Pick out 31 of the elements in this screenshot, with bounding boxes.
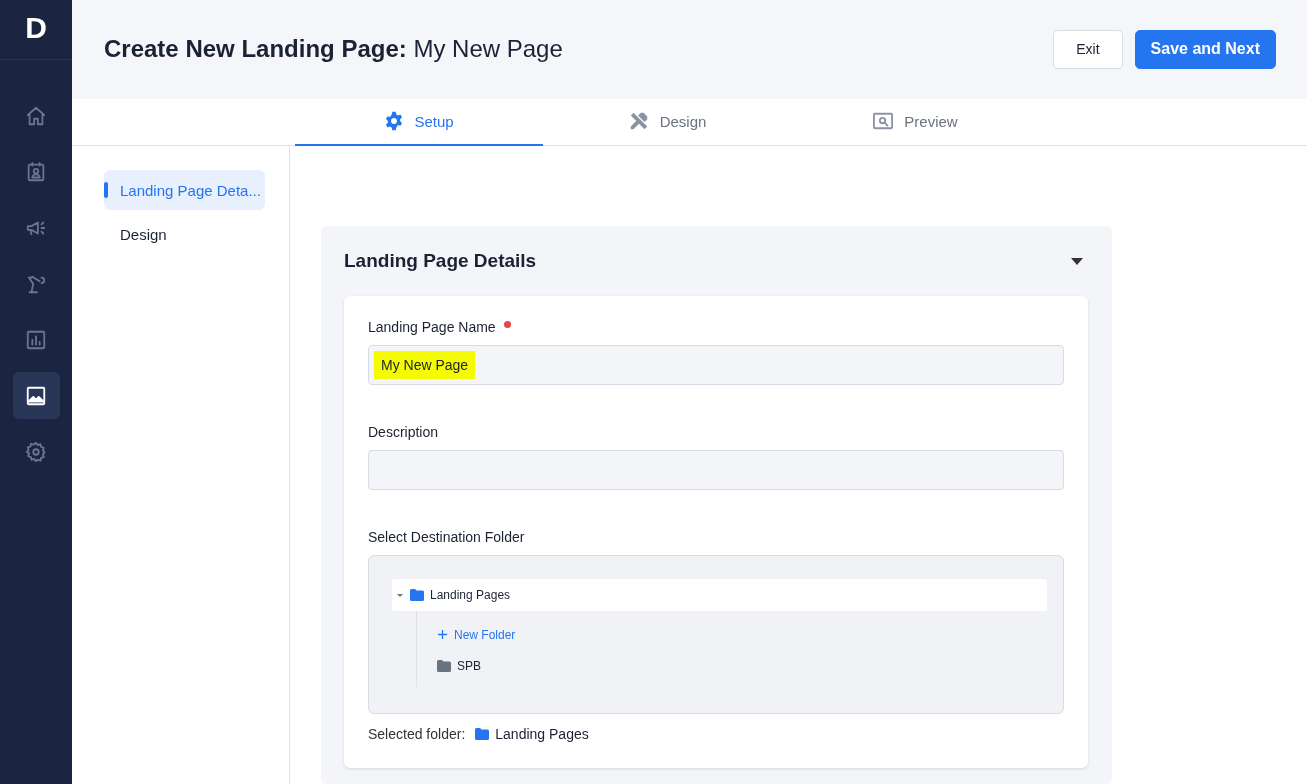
field-label: Description	[368, 424, 439, 440]
folder-name: Landing Pages	[430, 588, 511, 602]
tree-row[interactable]: SPB	[437, 650, 481, 681]
screen-magnifier-icon	[872, 111, 895, 132]
gear-icon	[384, 111, 405, 132]
nav-image-icon[interactable]	[12, 372, 60, 419]
section-title: Landing Page Details	[344, 250, 537, 272]
page-title: Create New Landing Page: My New Page	[104, 35, 564, 64]
tab[interactable]: Design	[543, 98, 791, 146]
save-next-button[interactable]: Save and Next	[1134, 29, 1276, 69]
exit-button[interactable]: Exit	[1053, 29, 1123, 69]
input-field[interactable]: My New Page	[368, 345, 1064, 385]
field-value: My New Page	[374, 351, 476, 379]
logo: D	[25, 10, 47, 45]
sidebar-item[interactable]: Design	[104, 214, 265, 254]
folder-icon	[410, 589, 424, 601]
selected-folder-name: Landing Pages	[495, 726, 589, 742]
collapse-caret-icon[interactable]	[1071, 257, 1083, 265]
tab[interactable]: Preview	[791, 98, 1039, 146]
folder-name: SPB	[457, 658, 481, 673]
caret-icon[interactable]	[396, 591, 404, 599]
field-label: Landing Page Name	[368, 319, 496, 335]
folder-icon	[437, 659, 451, 672]
plus-icon	[437, 629, 448, 640]
folder-icon	[475, 728, 490, 740]
field-label: Select Destination Folder	[368, 529, 525, 545]
tree-row[interactable]: Landing Pages	[392, 579, 1047, 611]
new-folder-link[interactable]: New Folder	[437, 627, 516, 642]
input-field[interactable]	[368, 450, 1064, 490]
selected-folder-label: Selected folder:	[368, 726, 466, 742]
sidebar-item[interactable]: Landing Page Deta...	[104, 170, 265, 210]
